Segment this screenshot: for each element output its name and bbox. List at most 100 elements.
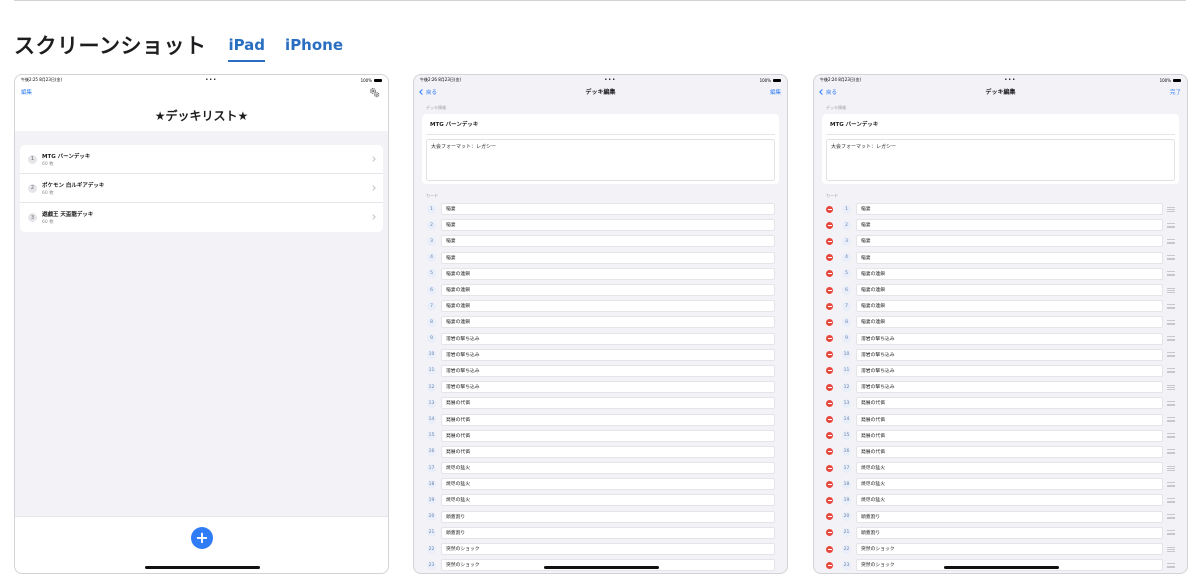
card-name-field[interactable]: 発展の代価 [856,429,1163,442]
reorder-grip-icon[interactable] [1167,417,1175,423]
format-field[interactable]: 大会フォーマット：レガシー [826,139,1175,181]
card-name-field[interactable]: 焼尽の猛火 [856,494,1163,507]
delete-minus-icon[interactable] [826,399,833,407]
deck-name-field[interactable]: MTG バーンデッキ [426,117,775,135]
delete-minus-icon[interactable] [826,448,833,456]
card-name-field[interactable]: 溶岩の撃ち込み [441,364,775,377]
delete-minus-icon[interactable] [826,205,833,213]
delete-minus-icon[interactable] [826,302,833,310]
card-name-field[interactable]: 発展の代価 [856,397,1163,410]
delete-minus-icon[interactable] [826,383,833,391]
reorder-grip-icon[interactable] [1167,255,1175,261]
back-button[interactable]: 戻る [819,88,837,96]
card-name-field[interactable]: 焼尽の猛火 [856,478,1163,491]
card-name-field[interactable]: 頭蓋割り [441,510,775,523]
delete-minus-icon[interactable] [826,237,833,245]
delete-minus-icon[interactable] [826,432,833,440]
card-name-field[interactable]: 発展の代価 [856,413,1163,426]
card-name-field[interactable]: 稲妻 [441,203,775,216]
card-name-field[interactable]: 稲妻 [856,203,1163,216]
card-name-field[interactable]: 頭蓋割り [856,510,1163,523]
reorder-grip-icon[interactable] [1167,530,1175,536]
card-name-field[interactable]: 稲妻の連鎖 [856,300,1163,313]
delete-minus-icon[interactable] [826,561,833,569]
edit-button[interactable]: 編集 [770,88,781,96]
card-name-field[interactable]: 発展の代価 [441,445,775,458]
reorder-grip-icon[interactable] [1167,206,1175,212]
card-name-field[interactable]: 溶岩の撃ち込み [441,332,775,345]
delete-minus-icon[interactable] [826,513,833,521]
reorder-grip-icon[interactable] [1167,271,1175,277]
card-name-field[interactable]: 稲妻の連鎖 [441,300,775,313]
card-name-field[interactable]: 発展の代価 [441,397,775,410]
card-name-field[interactable]: 稲妻 [441,219,775,232]
card-name-field[interactable]: 溶岩の撃ち込み [856,348,1163,361]
delete-minus-icon[interactable] [826,480,833,488]
card-name-field[interactable]: 焼尽の猛火 [856,462,1163,475]
reorder-grip-icon[interactable] [1167,238,1175,244]
delete-minus-icon[interactable] [826,286,833,294]
deck-row[interactable]: 3 遊戯王 天盃龍デッキ 60 枚 [20,203,383,232]
card-name-field[interactable]: 稲妻の連鎖 [441,316,775,329]
edit-button[interactable]: 編集 [21,88,32,96]
delete-minus-icon[interactable] [826,270,833,278]
delete-minus-icon[interactable] [826,254,833,262]
delete-minus-icon[interactable] [826,545,833,553]
deck-name-field[interactable]: MTG バーンデッキ [826,117,1175,135]
deck-row[interactable]: 1 MTG バーンデッキ 60 枚 [20,145,383,174]
card-name-field[interactable]: 稲妻の連鎖 [441,267,775,280]
card-name-field[interactable]: 稲妻 [856,219,1163,232]
reorder-grip-icon[interactable] [1167,562,1175,568]
back-button[interactable]: 戻る [419,88,437,96]
card-name-field[interactable]: 突然のショック [441,543,775,556]
card-name-field[interactable]: 溶岩の撃ち込み [856,381,1163,394]
reorder-grip-icon[interactable] [1167,368,1175,374]
delete-minus-icon[interactable] [826,318,833,326]
deck-row[interactable]: 2 ポケモン 白ルギアデッキ 60 枚 [20,174,383,203]
card-name-field[interactable]: 焼尽の猛火 [441,478,775,491]
card-name-field[interactable]: 頭蓋割り [856,526,1163,539]
card-name-field[interactable]: 稲妻 [441,235,775,248]
card-name-field[interactable]: 稲妻の連鎖 [856,284,1163,297]
card-name-field[interactable]: 溶岩の撃ち込み [441,348,775,361]
delete-minus-icon[interactable] [826,367,833,375]
reorder-grip-icon[interactable] [1167,336,1175,342]
card-name-field[interactable]: 溶岩の撃ち込み [856,332,1163,345]
delete-minus-icon[interactable] [826,335,833,343]
tab-iphone[interactable]: iPhone [285,35,343,60]
delete-minus-icon[interactable] [826,221,833,229]
screenshot-deck-edit[interactable]: 午後2:26 8月23日(金) ••• 100% 戻る デッキ編集 編集 デッキ… [413,74,788,574]
reorder-grip-icon[interactable] [1167,303,1175,309]
reorder-grip-icon[interactable] [1167,546,1175,552]
reorder-grip-icon[interactable] [1167,319,1175,325]
tab-ipad[interactable]: iPad [228,35,265,62]
reorder-grip-icon[interactable] [1167,497,1175,503]
delete-minus-icon[interactable] [826,529,833,537]
screenshot-deck-list[interactable]: 午後2:25 8月23日(金) ••• 100% 編集 ★デッキリスト★ 1 MT… [14,74,389,574]
gear-icon[interactable] [369,87,380,98]
card-name-field[interactable]: 溶岩の撃ち込み [856,364,1163,377]
reorder-grip-icon[interactable] [1167,400,1175,406]
reorder-grip-icon[interactable] [1167,433,1175,439]
card-name-field[interactable]: 発展の代価 [441,429,775,442]
card-name-field[interactable]: 稲妻の連鎖 [856,316,1163,329]
card-name-field[interactable]: 焼尽の猛火 [441,494,775,507]
reorder-grip-icon[interactable] [1167,514,1175,520]
reorder-grip-icon[interactable] [1167,352,1175,358]
card-name-field[interactable]: 発展の代価 [856,445,1163,458]
card-name-field[interactable]: 稲妻 [856,235,1163,248]
card-name-field[interactable]: 溶岩の撃ち込み [441,381,775,394]
reorder-grip-icon[interactable] [1167,222,1175,228]
reorder-grip-icon[interactable] [1167,481,1175,487]
card-name-field[interactable]: 頭蓋割り [441,526,775,539]
card-name-field[interactable]: 発展の代価 [441,413,775,426]
card-name-field[interactable]: 焼尽の猛火 [441,462,775,475]
reorder-grip-icon[interactable] [1167,384,1175,390]
reorder-grip-icon[interactable] [1167,465,1175,471]
card-name-field[interactable]: 稲妻 [856,251,1163,264]
reorder-grip-icon[interactable] [1167,287,1175,293]
delete-minus-icon[interactable] [826,464,833,472]
card-name-field[interactable]: 突然のショック [856,543,1163,556]
screenshot-deck-edit-mode[interactable]: 午後2:24 8月23日(金) ••• 100% 戻る デッキ編集 完了 デッキ… [813,74,1188,574]
done-button[interactable]: 完了 [1170,88,1181,96]
